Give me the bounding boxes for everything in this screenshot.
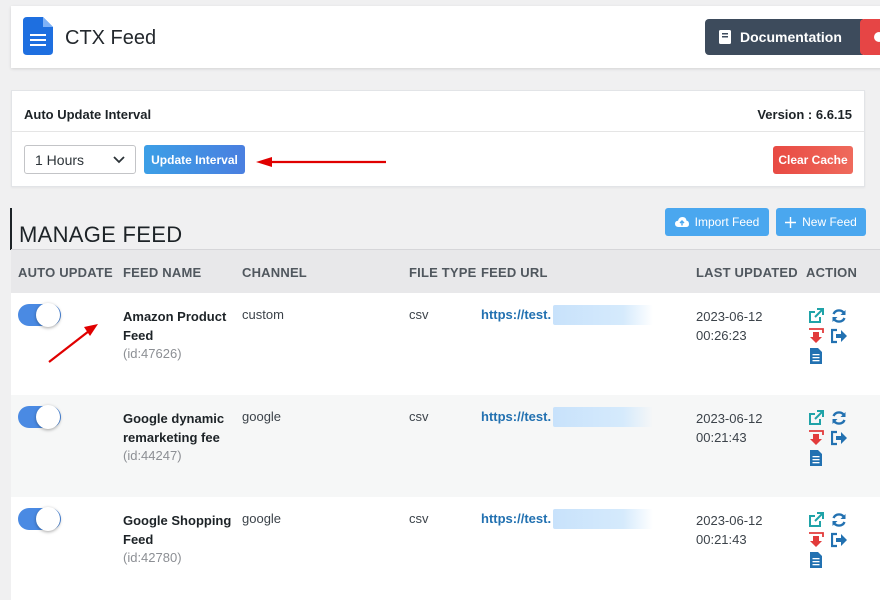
import-feed-label: Import Feed: [694, 215, 760, 229]
version-label: Version : 6.6.15: [757, 107, 852, 122]
support-button[interactable]: [860, 19, 880, 55]
auto-update-toggle[interactable]: [18, 303, 61, 327]
table-row: Amazon Product Feed (id:47626) custom cs…: [11, 293, 880, 395]
auto-update-card: Auto Update Interval Version : 6.6.15 1 …: [11, 90, 865, 187]
th-action: ACTION: [806, 265, 858, 280]
interval-select[interactable]: 1 Hours: [24, 145, 136, 174]
last-updated: 2023-06-12 00:26:23: [696, 307, 763, 345]
feed-file-type: csv: [409, 409, 429, 424]
documentation-label: Documentation: [740, 29, 842, 45]
auto-update-title: Auto Update Interval: [24, 107, 152, 122]
feed-url-link[interactable]: https://test.: [481, 307, 551, 322]
table-header: AUTO UPDATE FEED NAME CHANNEL FILE TYPE …: [11, 249, 880, 293]
updated-date: 2023-06-12: [696, 513, 763, 528]
feed-name: Google Shopping Feed: [123, 513, 232, 547]
import-feed-button[interactable]: Import Feed: [665, 208, 769, 236]
url-redaction: [553, 407, 653, 427]
url-redaction: [553, 509, 653, 529]
external-link-icon[interactable]: [808, 308, 824, 324]
auto-update-toggle[interactable]: [18, 507, 61, 531]
documentation-button[interactable]: Documentation: [705, 19, 863, 55]
feed-file-type: csv: [409, 307, 429, 322]
toggle-knob: [36, 303, 60, 327]
th-feed-url: FEED URL: [481, 265, 548, 280]
auto-update-toggle[interactable]: [18, 405, 61, 429]
toggle-knob: [36, 405, 60, 429]
th-channel: CHANNEL: [242, 265, 307, 280]
feed-url-link[interactable]: https://test.: [481, 511, 551, 526]
feed-channel: google: [242, 409, 282, 424]
feed-id: (id:47626): [123, 346, 182, 361]
last-updated: 2023-06-12 00:21:43: [696, 409, 763, 447]
feed-channel: custom: [242, 307, 284, 322]
toggle-knob: [36, 507, 60, 531]
updated-time: 00:21:43: [696, 532, 747, 547]
file-icon[interactable]: [808, 450, 824, 466]
external-link-icon[interactable]: [808, 410, 824, 426]
new-feed-label: New Feed: [802, 215, 857, 229]
table-row: Google Shopping Feed (id:42780) google c…: [11, 497, 880, 599]
th-auto-update: AUTO UPDATE: [18, 265, 113, 280]
feed-name: Google dynamic remarketing fee: [123, 411, 225, 445]
app-title: CTX Feed: [65, 27, 157, 49]
th-feed-name: FEED NAME: [123, 265, 202, 280]
updated-time: 00:26:23: [696, 328, 747, 343]
feed-id: (id:44247): [123, 448, 182, 463]
last-updated: 2023-06-12 00:21:43: [696, 511, 763, 549]
download-icon[interactable]: [808, 328, 824, 344]
manage-feed-title: MANAGE FEED: [19, 222, 183, 247]
chevron-down-icon: [113, 155, 125, 163]
sign-out-icon[interactable]: [831, 532, 847, 548]
feed-name: Amazon Product Feed: [123, 309, 227, 343]
feed-id: (id:42780): [123, 550, 182, 565]
sign-out-icon[interactable]: [831, 430, 847, 446]
download-icon[interactable]: [808, 532, 824, 548]
book-icon: [719, 30, 731, 44]
top-header: CTX Feed Documentation: [11, 6, 880, 68]
file-icon[interactable]: [808, 348, 824, 364]
sign-out-icon[interactable]: [831, 328, 847, 344]
feed-channel: google: [242, 511, 282, 526]
updated-date: 2023-06-12: [696, 411, 763, 426]
th-file-type: FILE TYPE: [409, 265, 477, 280]
external-link-icon[interactable]: [808, 512, 824, 528]
plus-icon: [785, 216, 797, 228]
feed-table: AUTO UPDATE FEED NAME CHANNEL FILE TYPE …: [11, 249, 880, 600]
url-redaction: [553, 305, 653, 325]
th-last-updated: LAST UPDATED: [696, 265, 798, 280]
refresh-icon[interactable]: [831, 512, 847, 528]
card-divider: [12, 131, 864, 132]
updated-time: 00:21:43: [696, 430, 747, 445]
file-icon[interactable]: [808, 552, 824, 568]
download-icon[interactable]: [808, 430, 824, 446]
interval-value: 1 Hours: [35, 151, 85, 168]
refresh-icon[interactable]: [831, 308, 847, 324]
clear-cache-button[interactable]: Clear Cache: [773, 146, 853, 174]
feed-url-link[interactable]: https://test.: [481, 409, 551, 424]
table-row: Google dynamic remarketing fee (id:44247…: [11, 395, 880, 497]
updated-date: 2023-06-12: [696, 309, 763, 324]
support-icon: [874, 32, 880, 42]
cloud-upload-icon: [674, 217, 689, 227]
update-interval-button[interactable]: Update Interval: [144, 145, 245, 174]
new-feed-button[interactable]: New Feed: [776, 208, 866, 236]
section-accent-bar: [10, 208, 12, 250]
refresh-icon[interactable]: [831, 410, 847, 426]
feed-file-type: csv: [409, 511, 429, 526]
document-icon: [23, 17, 53, 55]
